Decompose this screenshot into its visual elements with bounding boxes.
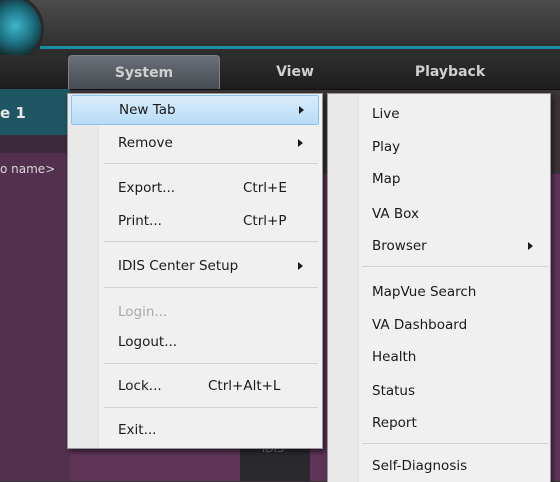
title-bar [0, 0, 560, 64]
submenu-arrow-icon [528, 242, 533, 250]
menu-item-label: Print... [118, 213, 162, 229]
menu-item-login: Login... [68, 297, 320, 327]
menu-separator [104, 363, 318, 364]
submenu-item-map[interactable]: Map [328, 164, 548, 194]
menu-separator [362, 443, 548, 444]
menu-item-label: New Tab [119, 102, 176, 118]
submenu-item-status[interactable]: Status [328, 376, 548, 406]
camera-name-label: o name> [0, 162, 56, 176]
menu-item-label: IDIS Center Setup [118, 258, 239, 274]
tab-label[interactable]: e 1 [0, 104, 26, 122]
menu-item-label: Login... [118, 304, 168, 320]
shortcut-label: Ctrl+E [243, 180, 287, 196]
menu-item-label: Logout... [118, 334, 178, 350]
menu-item-label: Browser [372, 238, 427, 254]
menu-separator [104, 287, 318, 288]
shortcut-label: Ctrl+Alt+L [208, 378, 281, 394]
menu-item-label: VA Box [372, 206, 419, 222]
menu-item-label: Report [372, 415, 417, 431]
menu-item-lock[interactable]: Lock... Ctrl+Alt+L [68, 371, 320, 401]
menu-separator [104, 163, 318, 164]
accent-line [40, 46, 560, 49]
submenu-item-va-dashboard[interactable]: VA Dashboard [328, 310, 548, 340]
menu-system[interactable]: System [68, 55, 220, 89]
submenu-item-play[interactable]: Play [328, 132, 548, 162]
new-tab-submenu: Live Play Map VA Box Browser MapVue Sear… [327, 93, 551, 482]
menu-item-exit[interactable]: Exit... [68, 415, 320, 445]
menu-item-label: Export... [118, 180, 176, 196]
menu-item-center-setup[interactable]: IDIS Center Setup [68, 251, 320, 281]
menu-separator [104, 407, 318, 408]
left-panel [0, 89, 70, 481]
submenu-item-live[interactable]: Live [328, 99, 548, 129]
system-menu: New Tab Remove Export... Ctrl+E Print...… [67, 93, 323, 449]
submenu-item-mapvue-search[interactable]: MapVue Search [328, 277, 548, 307]
menu-item-label: Live [372, 106, 400, 122]
menu-bar: System View Playback [0, 55, 560, 90]
submenu-arrow-icon [298, 139, 303, 147]
submenu-arrow-icon [298, 262, 303, 270]
menu-item-label: Self-Diagnosis [372, 458, 468, 474]
menu-item-label: Lock... [118, 378, 162, 394]
panel-header [0, 135, 70, 153]
menu-item-label: Play [372, 139, 401, 155]
submenu-item-health[interactable]: Health [328, 342, 548, 372]
menu-item-export[interactable]: Export... Ctrl+E [68, 173, 320, 203]
menu-separator [362, 266, 548, 267]
shortcut-label: Ctrl+P [243, 213, 287, 229]
menu-item-label: Health [372, 349, 417, 365]
menu-item-label: Status [372, 383, 416, 399]
submenu-item-report[interactable]: Report [328, 408, 548, 438]
submenu-item-self-diagnosis[interactable]: Self-Diagnosis [328, 451, 548, 481]
menu-item-label: MapVue Search [372, 284, 477, 300]
menu-item-label: Exit... [118, 422, 157, 438]
menu-separator [104, 241, 318, 242]
menu-playback[interactable]: Playback [380, 55, 520, 89]
menu-item-label: VA Dashboard [372, 317, 468, 333]
menu-item-label: Remove [118, 135, 173, 151]
menu-item-remove[interactable]: Remove [68, 128, 320, 158]
menu-item-label: Map [372, 171, 401, 187]
menu-view[interactable]: View [250, 55, 340, 89]
menu-item-logout[interactable]: Logout... [68, 327, 320, 357]
submenu-arrow-icon [299, 106, 304, 114]
menu-item-print[interactable]: Print... Ctrl+P [68, 206, 320, 236]
submenu-item-va-box[interactable]: VA Box [328, 199, 548, 229]
menu-item-new-tab[interactable]: New Tab [71, 95, 319, 125]
submenu-item-browser[interactable]: Browser [328, 231, 548, 261]
